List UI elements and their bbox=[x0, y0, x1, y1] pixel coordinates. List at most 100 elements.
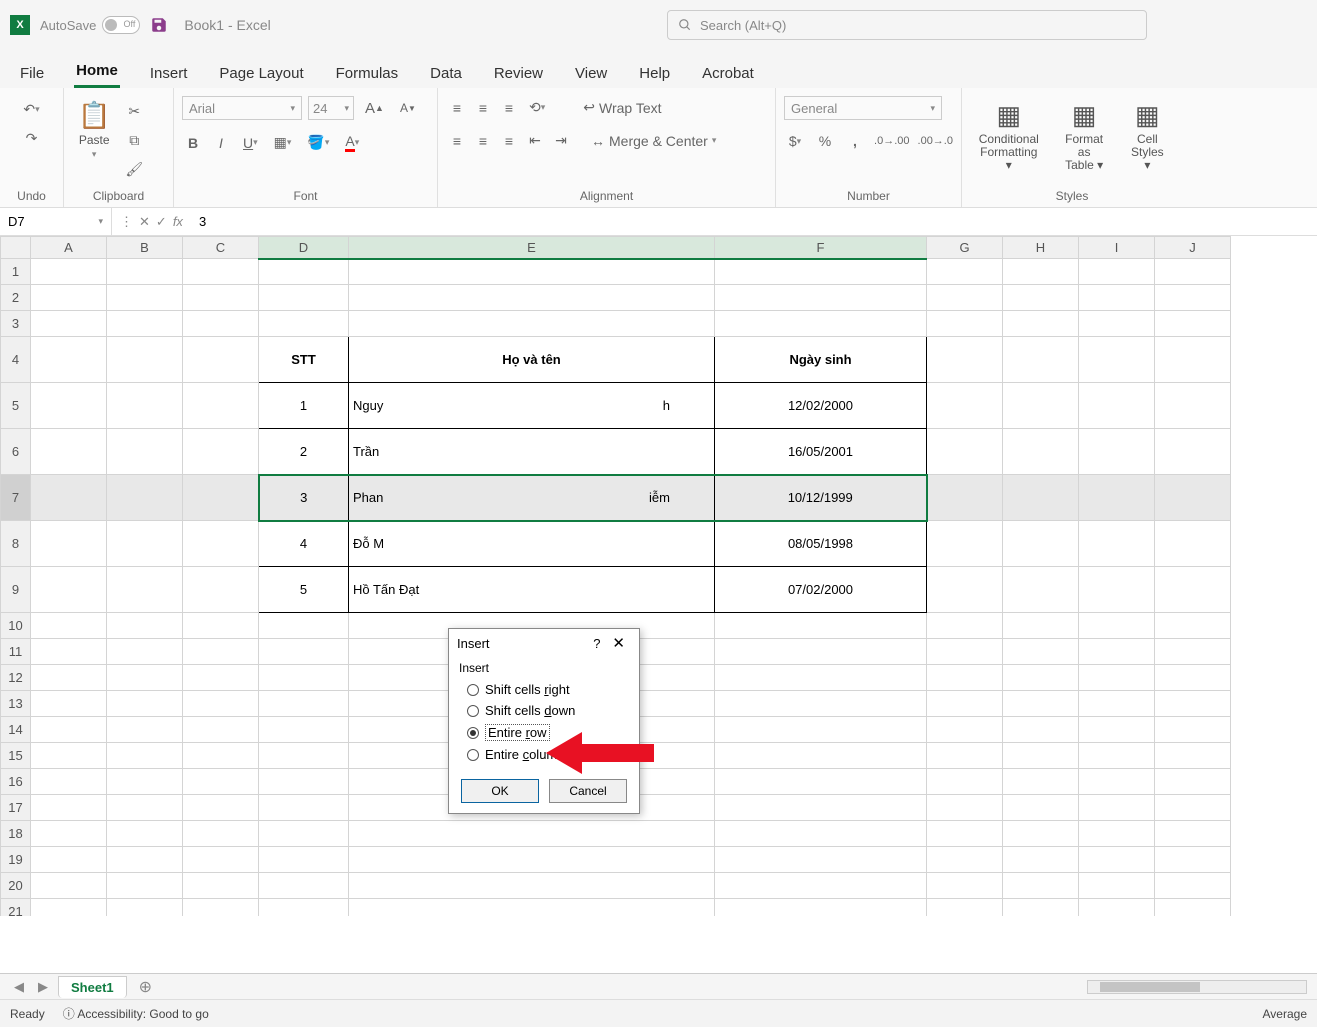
cell-J9[interactable] bbox=[1155, 567, 1231, 613]
cell-B20[interactable] bbox=[107, 873, 183, 899]
border-button[interactable]: ▦ ▾ bbox=[269, 131, 297, 154]
cell-B21[interactable] bbox=[107, 899, 183, 917]
cell-E5[interactable]: Nguyh bbox=[349, 383, 715, 429]
cell-J5[interactable] bbox=[1155, 383, 1231, 429]
cell-C21[interactable] bbox=[183, 899, 259, 917]
insert-option-entire-row[interactable]: Entire row bbox=[459, 721, 629, 744]
cell-B17[interactable] bbox=[107, 795, 183, 821]
cell-D2[interactable] bbox=[259, 285, 349, 311]
dialog-ok-button[interactable]: OK bbox=[461, 779, 539, 803]
percent-format-button[interactable]: % bbox=[814, 130, 836, 152]
col-header-A[interactable]: A bbox=[31, 237, 107, 259]
fill-color-button[interactable]: 🪣 ▾ bbox=[302, 131, 334, 154]
cell-C3[interactable] bbox=[183, 311, 259, 337]
cell-D6[interactable]: 2 bbox=[259, 429, 349, 475]
cell-B14[interactable] bbox=[107, 717, 183, 743]
cell-I10[interactable] bbox=[1079, 613, 1155, 639]
decrease-indent-button[interactable]: ⇤ bbox=[524, 129, 546, 152]
row-header-6[interactable]: 6 bbox=[1, 429, 31, 475]
cell-G1[interactable] bbox=[927, 259, 1003, 285]
cell-A13[interactable] bbox=[31, 691, 107, 717]
cell-G11[interactable] bbox=[927, 639, 1003, 665]
cell-A10[interactable] bbox=[31, 613, 107, 639]
row-header-7[interactable]: 7 bbox=[1, 475, 31, 521]
align-right-button[interactable]: ≡ bbox=[498, 130, 520, 152]
cell-E18[interactable] bbox=[349, 821, 715, 847]
cell-A11[interactable] bbox=[31, 639, 107, 665]
decrease-font-button[interactable]: A▼ bbox=[395, 97, 421, 119]
cell-I4[interactable] bbox=[1079, 337, 1155, 383]
cell-J18[interactable] bbox=[1155, 821, 1231, 847]
cell-J6[interactable] bbox=[1155, 429, 1231, 475]
cell-G5[interactable] bbox=[927, 383, 1003, 429]
cell-F21[interactable] bbox=[715, 899, 927, 917]
cell-H12[interactable] bbox=[1003, 665, 1079, 691]
cell-H20[interactable] bbox=[1003, 873, 1079, 899]
cell-C13[interactable] bbox=[183, 691, 259, 717]
cell-C17[interactable] bbox=[183, 795, 259, 821]
cell-E21[interactable] bbox=[349, 899, 715, 917]
cell-C14[interactable] bbox=[183, 717, 259, 743]
cell-F17[interactable] bbox=[715, 795, 927, 821]
tab-home[interactable]: Home bbox=[74, 56, 120, 88]
cell-H1[interactable] bbox=[1003, 259, 1079, 285]
cell-J19[interactable] bbox=[1155, 847, 1231, 873]
cell-D17[interactable] bbox=[259, 795, 349, 821]
insert-option-entire-column[interactable]: Entire column bbox=[459, 744, 629, 765]
cell-J20[interactable] bbox=[1155, 873, 1231, 899]
cell-C10[interactable] bbox=[183, 613, 259, 639]
col-header-J[interactable]: J bbox=[1155, 237, 1231, 259]
number-format-select[interactable]: General▾ bbox=[784, 96, 942, 120]
cell-G8[interactable] bbox=[927, 521, 1003, 567]
cell-C9[interactable] bbox=[183, 567, 259, 613]
cell-H10[interactable] bbox=[1003, 613, 1079, 639]
underline-button[interactable]: U ▾ bbox=[238, 132, 263, 154]
cell-E8[interactable]: Đỗ M bbox=[349, 521, 715, 567]
tab-view[interactable]: View bbox=[573, 59, 609, 88]
cell-H21[interactable] bbox=[1003, 899, 1079, 917]
cell-B11[interactable] bbox=[107, 639, 183, 665]
tab-file[interactable]: File bbox=[18, 59, 46, 88]
cancel-formula-icon[interactable]: ✕ bbox=[139, 214, 150, 230]
cell-I15[interactable] bbox=[1079, 743, 1155, 769]
cell-C12[interactable] bbox=[183, 665, 259, 691]
fx-icon[interactable]: fx bbox=[173, 214, 183, 229]
cell-C15[interactable] bbox=[183, 743, 259, 769]
cell-G7[interactable] bbox=[927, 475, 1003, 521]
cell-G19[interactable] bbox=[927, 847, 1003, 873]
cell-E2[interactable] bbox=[349, 285, 715, 311]
cell-H13[interactable] bbox=[1003, 691, 1079, 717]
cell-B19[interactable] bbox=[107, 847, 183, 873]
row-header-3[interactable]: 3 bbox=[1, 311, 31, 337]
cell-B10[interactable] bbox=[107, 613, 183, 639]
cell-B8[interactable] bbox=[107, 521, 183, 567]
cell-A6[interactable] bbox=[31, 429, 107, 475]
dialog-close-button[interactable]: ✕ bbox=[606, 634, 631, 652]
cell-D13[interactable] bbox=[259, 691, 349, 717]
row-header-1[interactable]: 1 bbox=[1, 259, 31, 285]
cell-F18[interactable] bbox=[715, 821, 927, 847]
cell-B3[interactable] bbox=[107, 311, 183, 337]
cut-button[interactable]: ✂ bbox=[120, 100, 148, 123]
cell-C6[interactable] bbox=[183, 429, 259, 475]
cell-A4[interactable] bbox=[31, 337, 107, 383]
cell-G20[interactable] bbox=[927, 873, 1003, 899]
align-bottom-button[interactable]: ≡ bbox=[498, 97, 520, 119]
sheet-next-button[interactable]: ▶ bbox=[34, 979, 52, 995]
cell-I17[interactable] bbox=[1079, 795, 1155, 821]
cell-F15[interactable] bbox=[715, 743, 927, 769]
row-header-9[interactable]: 9 bbox=[1, 567, 31, 613]
cell-D20[interactable] bbox=[259, 873, 349, 899]
cell-A3[interactable] bbox=[31, 311, 107, 337]
dialog-help-button[interactable]: ? bbox=[587, 636, 606, 651]
increase-font-button[interactable]: A▲ bbox=[360, 97, 389, 120]
cell-D5[interactable]: 1 bbox=[259, 383, 349, 429]
horizontal-scrollbar[interactable] bbox=[1087, 980, 1307, 994]
cell-J14[interactable] bbox=[1155, 717, 1231, 743]
cell-D1[interactable] bbox=[259, 259, 349, 285]
row-header-18[interactable]: 18 bbox=[1, 821, 31, 847]
cell-G13[interactable] bbox=[927, 691, 1003, 717]
cell-A20[interactable] bbox=[31, 873, 107, 899]
cell-C16[interactable] bbox=[183, 769, 259, 795]
increase-indent-button[interactable]: ⇥ bbox=[550, 129, 572, 152]
